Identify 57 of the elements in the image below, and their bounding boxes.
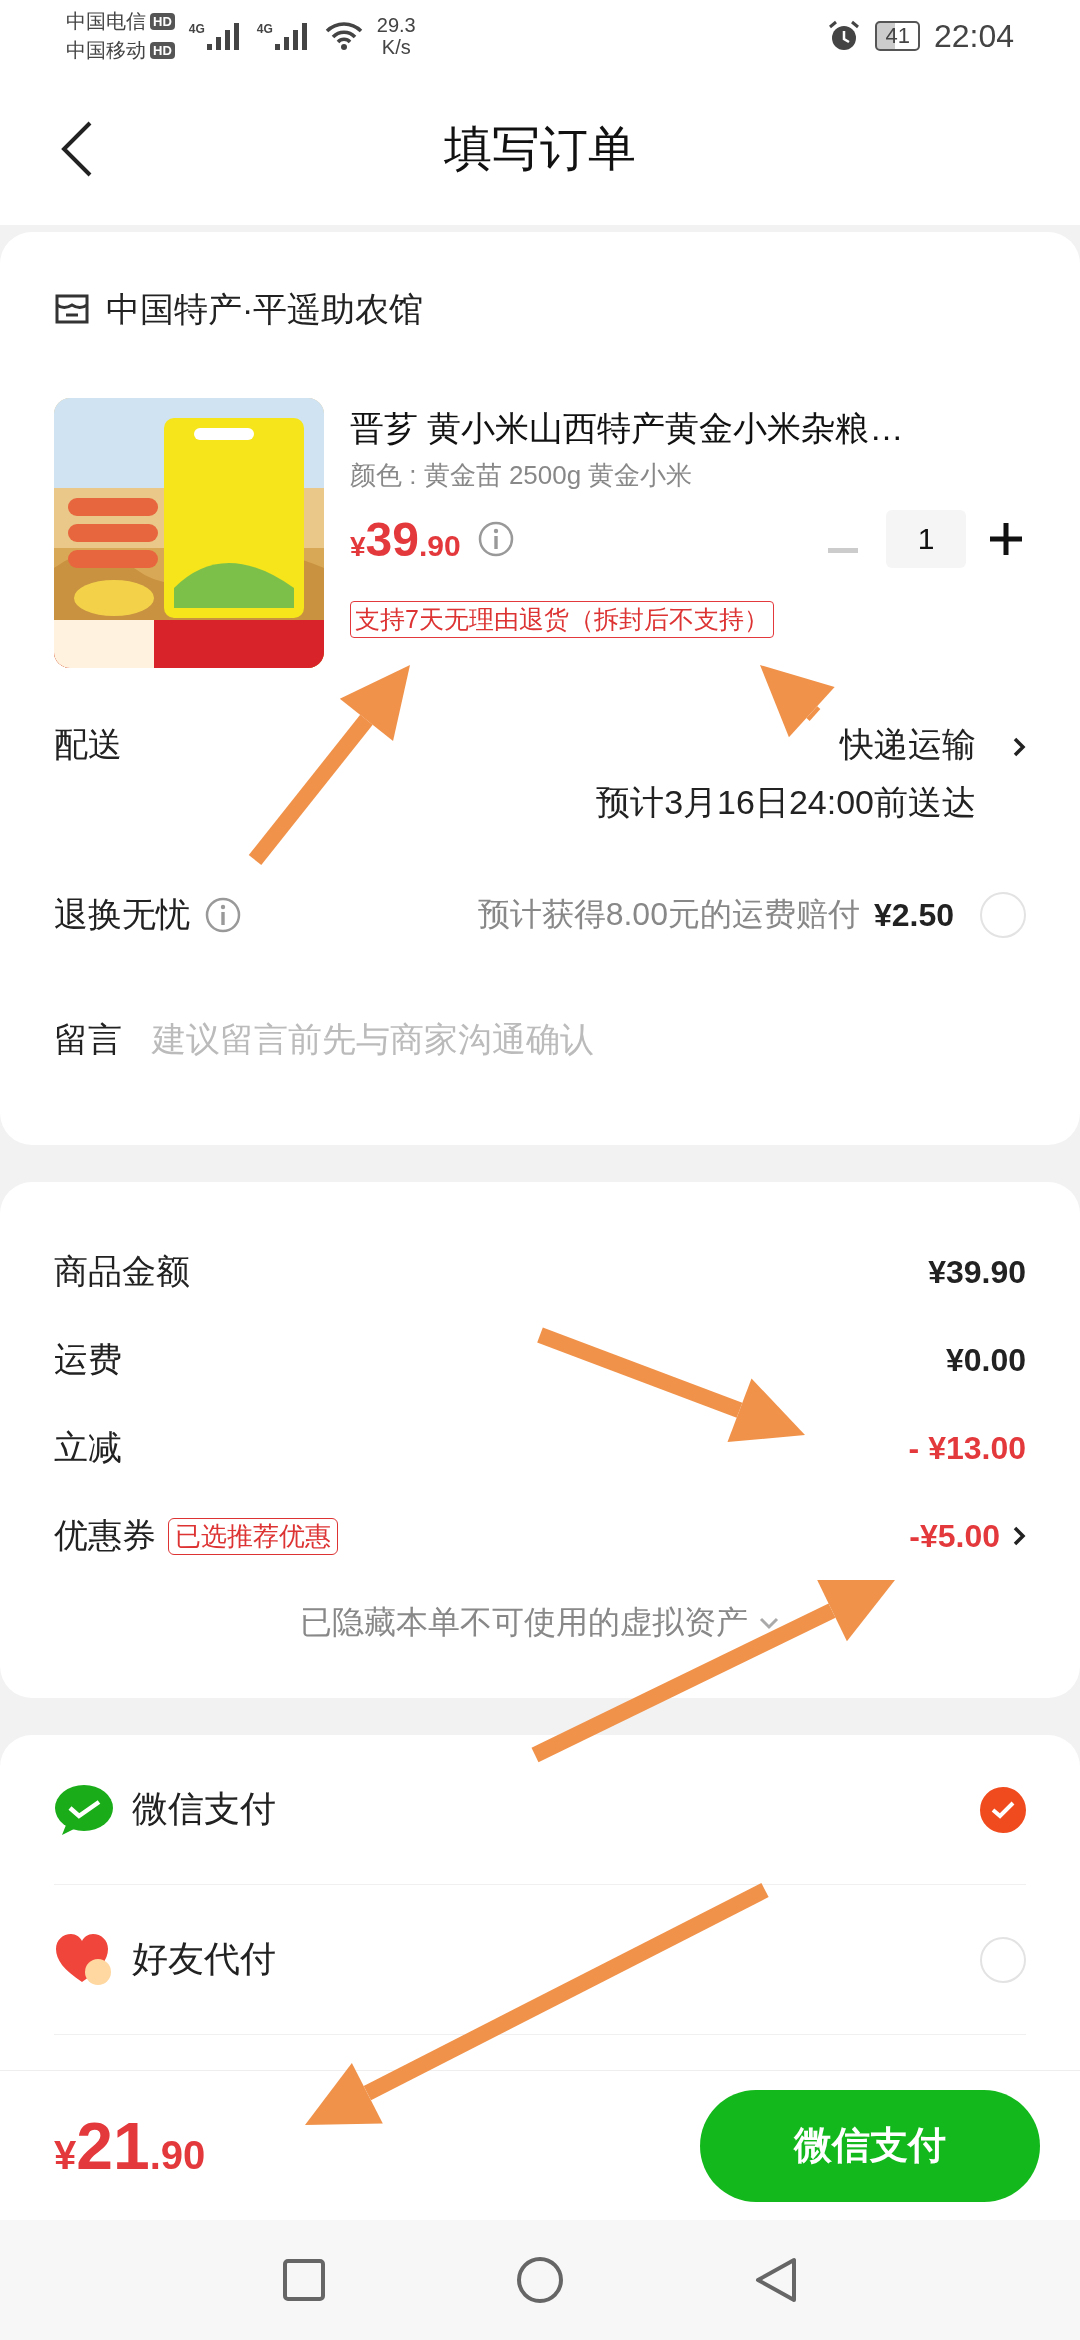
summary-value: ¥39.90 [928,1253,1026,1291]
insurance-radio[interactable] [980,892,1026,938]
total-amount: ¥21.90 [54,2107,206,2184]
shop-name[interactable]: 中国特产·平遥助农馆 [106,287,424,333]
quantity-field[interactable]: 1 [886,510,966,568]
wifi-icon [324,21,363,51]
payment-option[interactable]: 好友代付 [54,1885,1026,2035]
speed-unit: K/s [381,36,411,58]
battery-level: 41 [875,21,920,51]
summary-value: - ¥13.00 [908,1429,1026,1467]
network-label: 4G [188,22,205,36]
return-insurance-label: 退换无忧 [54,894,190,935]
heart-icon [54,1931,114,1988]
delivery-eta: 预计3月16日24:00前送达 [596,782,976,823]
plus-icon [990,523,1022,555]
delivery-label: 配送 [54,724,122,765]
network-label: 4G [256,22,273,36]
carrier-name: 中国移动 [66,38,146,63]
payment-label: 好友代付 [132,1937,276,1981]
shop-icon [54,293,90,327]
hd-badge: HD [150,42,175,59]
carrier-name: 中国电信 [66,9,146,34]
summary-label: 优惠券 [54,1515,156,1556]
summary-label: 运费 [54,1339,122,1380]
payment-label: 微信支付 [132,1787,276,1831]
checkmark-icon [990,1799,1016,1820]
recent-apps-icon[interactable] [282,2258,326,2302]
product-title[interactable]: 晋芗 黄小米山西特产黄金小米杂粮… [350,406,1026,452]
message-label: 留言 [54,1019,122,1060]
summary-value[interactable]: -¥5.00 [909,1517,1000,1555]
clock: 22:04 [933,17,1014,55]
back-nav-icon[interactable] [754,2256,798,2304]
page-title: 填写订单 [444,120,636,177]
minus-icon [828,548,858,554]
summary-label: 商品金额 [54,1251,190,1292]
return-policy-tag: 支持7天无理由退货（拆封后不支持） [350,601,774,638]
alarm-icon [827,19,862,53]
hidden-assets-note[interactable]: 已隐藏本单不可使用的虚拟资产 [300,1601,748,1645]
hd-badge: HD [150,13,175,30]
delivery-method[interactable]: 快递运输 [840,722,976,768]
chat-bubble-icon [54,1782,114,1837]
product-spec: 颜色 : 黄金苗 2500g 黄金小米 [350,459,694,492]
summary-value: ¥0.00 [945,1341,1026,1379]
compensation-note: 预计获得8.00元的运费赔付 [477,895,860,934]
info-icon[interactable] [476,520,515,558]
payment-option[interactable]: 微信支付 [54,1735,1026,1885]
chevron-right-icon [1012,1525,1026,1547]
summary-label: 立减 [54,1427,122,1468]
product-price: ¥39.90 [350,511,461,567]
insurance-price: ¥2.50 [873,896,954,934]
home-icon[interactable] [516,2256,564,2304]
network-speed: 29.3 [376,14,416,36]
chevron-right-icon [1012,736,1026,758]
chevron-down-icon [758,1616,780,1630]
coupon-badge: 已选推荐优惠 [168,1517,338,1555]
payment-radio[interactable] [980,1786,1026,1833]
info-icon[interactable] [204,896,242,934]
